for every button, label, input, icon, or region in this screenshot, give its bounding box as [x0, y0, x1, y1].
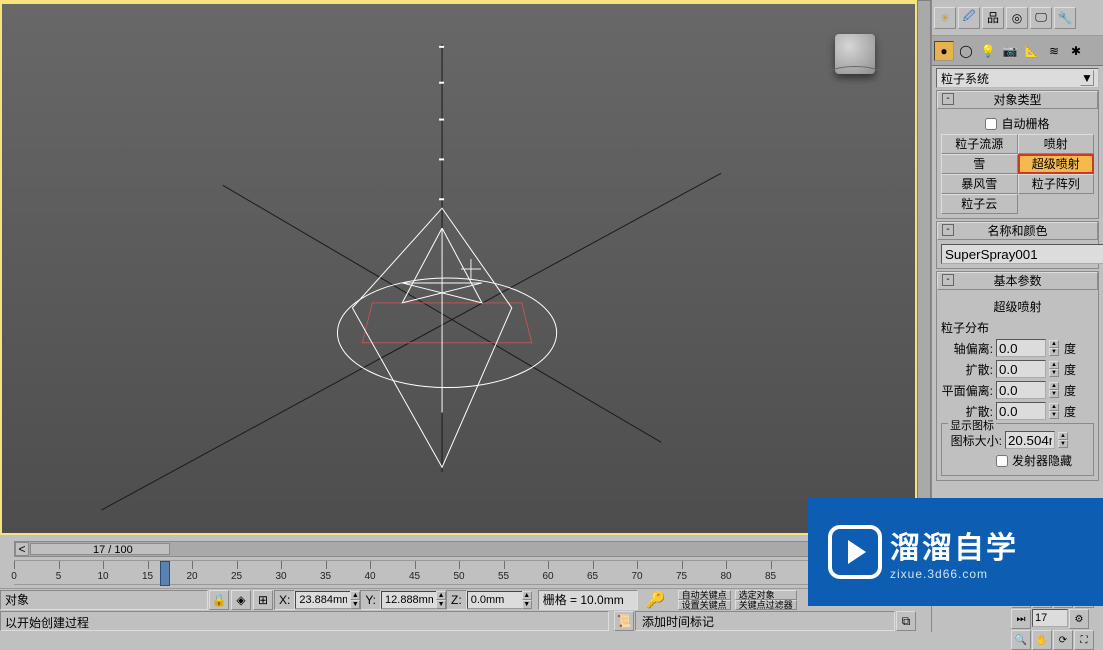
- watermark-url: zixue.3d66.com: [890, 567, 1018, 581]
- transform-mode-icon[interactable]: ⊞: [253, 590, 273, 610]
- frame-input[interactable]: 17: [1032, 609, 1068, 627]
- y-spinner[interactable]: ▲▼: [436, 591, 446, 609]
- category-value: 粒子系统: [941, 70, 989, 87]
- distrib-label: 粒子分布: [941, 319, 1094, 336]
- time-config-icon[interactable]: ⚙: [1069, 609, 1089, 629]
- shapes-icon[interactable]: ◯: [956, 41, 976, 61]
- object-type-rollout: -对象类型 自动栅格 粒子流源 喷射 雪 超级喷射 暴风雪 粒子阵列 粒子云: [936, 90, 1099, 219]
- hierarchy-tab-icon[interactable]: 品: [982, 7, 1004, 29]
- y-label: Y:: [360, 590, 381, 610]
- helpers-icon[interactable]: 📐: [1022, 41, 1042, 61]
- basic-params-rollout: -基本参数 超级喷射 粒子分布 轴偏离: ▲▼ 度 扩散: ▲▼ 度 平面偏离:…: [936, 271, 1099, 481]
- name-color-rollout: -名称和颜色: [936, 221, 1099, 269]
- create-subtoolbar: ● ◯ 💡 📷 📐 ≋ ✱: [932, 36, 1103, 66]
- z-input[interactable]: [467, 591, 523, 609]
- lights-icon[interactable]: 💡: [978, 41, 998, 61]
- object-type-header[interactable]: -对象类型: [937, 91, 1098, 109]
- spread2-input[interactable]: [996, 402, 1046, 420]
- x-spinner[interactable]: ▲▼: [350, 591, 360, 609]
- pflow-button[interactable]: 粒子流源: [941, 134, 1018, 154]
- keyfilter-button[interactable]: 关键点过滤器: [735, 600, 797, 610]
- spread1-input[interactable]: [996, 360, 1046, 378]
- autokey-button[interactable]: 自动关键点: [678, 590, 731, 600]
- viewport-wireframe: [2, 4, 915, 533]
- max-viewport-icon[interactable]: ⛶: [1074, 630, 1094, 650]
- create-tab-icon[interactable]: ✳: [934, 7, 956, 29]
- grid-size: 栅格 = 10.0mm: [538, 590, 638, 610]
- prompt-text: 以开始创建过程: [0, 611, 609, 631]
- pan-icon[interactable]: ✋: [1032, 630, 1052, 650]
- goto-end-icon[interactable]: ⏭: [1011, 609, 1031, 629]
- spacewarps-icon[interactable]: ≋: [1044, 41, 1064, 61]
- name-color-header[interactable]: -名称和颜色: [937, 222, 1098, 240]
- geometry-icon[interactable]: ●: [934, 41, 954, 61]
- modify-tab-icon[interactable]: 🖉: [958, 7, 980, 29]
- main-toolbar: ✳ 🖉 品 ◎ 🖵 🔧: [932, 0, 1103, 36]
- cameras-icon[interactable]: 📷: [1000, 41, 1020, 61]
- watermark-play-icon: [828, 525, 882, 579]
- icon-size-spinner[interactable]: ▲▼: [1058, 432, 1068, 448]
- blizzard-button[interactable]: 暴风雪: [941, 174, 1018, 194]
- x-input[interactable]: [295, 591, 351, 609]
- axis-dev-spinner[interactable]: ▲▼: [1049, 340, 1059, 356]
- viewcube[interactable]: [815, 24, 895, 94]
- zoom-ext-icon[interactable]: 🔍: [1011, 630, 1031, 650]
- time-tag: 添加时间标记: [635, 611, 895, 631]
- axis-dev-input[interactable]: [996, 339, 1046, 357]
- time-thumb[interactable]: 17 / 100: [30, 543, 170, 555]
- basic-params-header[interactable]: -基本参数: [937, 272, 1098, 290]
- timeline-ruler[interactable]: 0510152025303540455055606570758085909510…: [14, 560, 904, 585]
- autogrid-checkbox[interactable]: [985, 118, 997, 130]
- icon-size-input[interactable]: [1005, 431, 1055, 449]
- watermark: 溜溜自学 zixue.3d66.com: [808, 498, 1103, 606]
- systems-icon[interactable]: ✱: [1066, 41, 1086, 61]
- spread1-spinner[interactable]: ▲▼: [1049, 361, 1059, 377]
- tag-icon[interactable]: ⧉: [896, 611, 916, 631]
- pcloud-button[interactable]: 粒子云: [941, 194, 1018, 214]
- viewport-perspective[interactable]: [0, 0, 917, 535]
- time-prev[interactable]: <: [15, 542, 29, 556]
- statusbar-transform: 对象 🔒 ◈ ⊞ X: ▲▼ Y: ▲▼ Z: ▲▼ 栅格 = 10.0mm 🔑…: [0, 588, 917, 610]
- setkey-button[interactable]: 设置关键点: [678, 600, 731, 610]
- plane-dev-spinner[interactable]: ▲▼: [1049, 382, 1059, 398]
- spread2-spinner[interactable]: ▲▼: [1049, 403, 1059, 419]
- utilities-tab-icon[interactable]: 🔧: [1054, 7, 1076, 29]
- selkey-button[interactable]: 选定对象: [735, 590, 797, 600]
- time-slider[interactable]: < 17 / 100 >: [14, 541, 904, 557]
- selection-count: 对象: [0, 590, 208, 610]
- category-dropdown[interactable]: 粒子系统 ▼: [936, 68, 1099, 88]
- subtitle: 超级喷射: [941, 298, 1094, 315]
- y-input[interactable]: [381, 591, 437, 609]
- z-label: Z:: [446, 590, 467, 610]
- z-spinner[interactable]: ▲▼: [522, 591, 532, 609]
- spray-button[interactable]: 喷射: [1018, 134, 1095, 154]
- x-label: X:: [274, 590, 295, 610]
- motion-tab-icon[interactable]: ◎: [1006, 7, 1028, 29]
- isolate-icon[interactable]: ◈: [231, 590, 251, 610]
- key-icon: 🔑: [646, 590, 666, 610]
- emitter-hide-checkbox[interactable]: [996, 455, 1008, 467]
- superspray-button[interactable]: 超级喷射: [1018, 154, 1095, 174]
- display-tab-icon[interactable]: 🖵: [1030, 7, 1052, 29]
- object-name-input[interactable]: [941, 244, 1103, 264]
- parray-button[interactable]: 粒子阵列: [1018, 174, 1095, 194]
- lock-selection-icon[interactable]: 🔒: [209, 590, 229, 610]
- watermark-title: 溜溜自学: [890, 523, 1018, 567]
- object-type-buttons: 粒子流源 喷射 雪 超级喷射 暴风雪 粒子阵列 粒子云: [941, 134, 1094, 214]
- current-frame: 17 / 100: [93, 544, 133, 556]
- chevron-down-icon: ▼: [1080, 70, 1094, 86]
- viewport-scrollbar[interactable]: [917, 0, 931, 535]
- snow-button[interactable]: 雪: [941, 154, 1018, 174]
- statusbar-prompt: 以开始创建过程 📜 添加时间标记 ⧉: [0, 610, 917, 632]
- timeline-marker[interactable]: [160, 561, 170, 586]
- script-icon[interactable]: 📜: [614, 611, 634, 631]
- plane-dev-input[interactable]: [996, 381, 1046, 399]
- orbit-icon[interactable]: ⟳: [1053, 630, 1073, 650]
